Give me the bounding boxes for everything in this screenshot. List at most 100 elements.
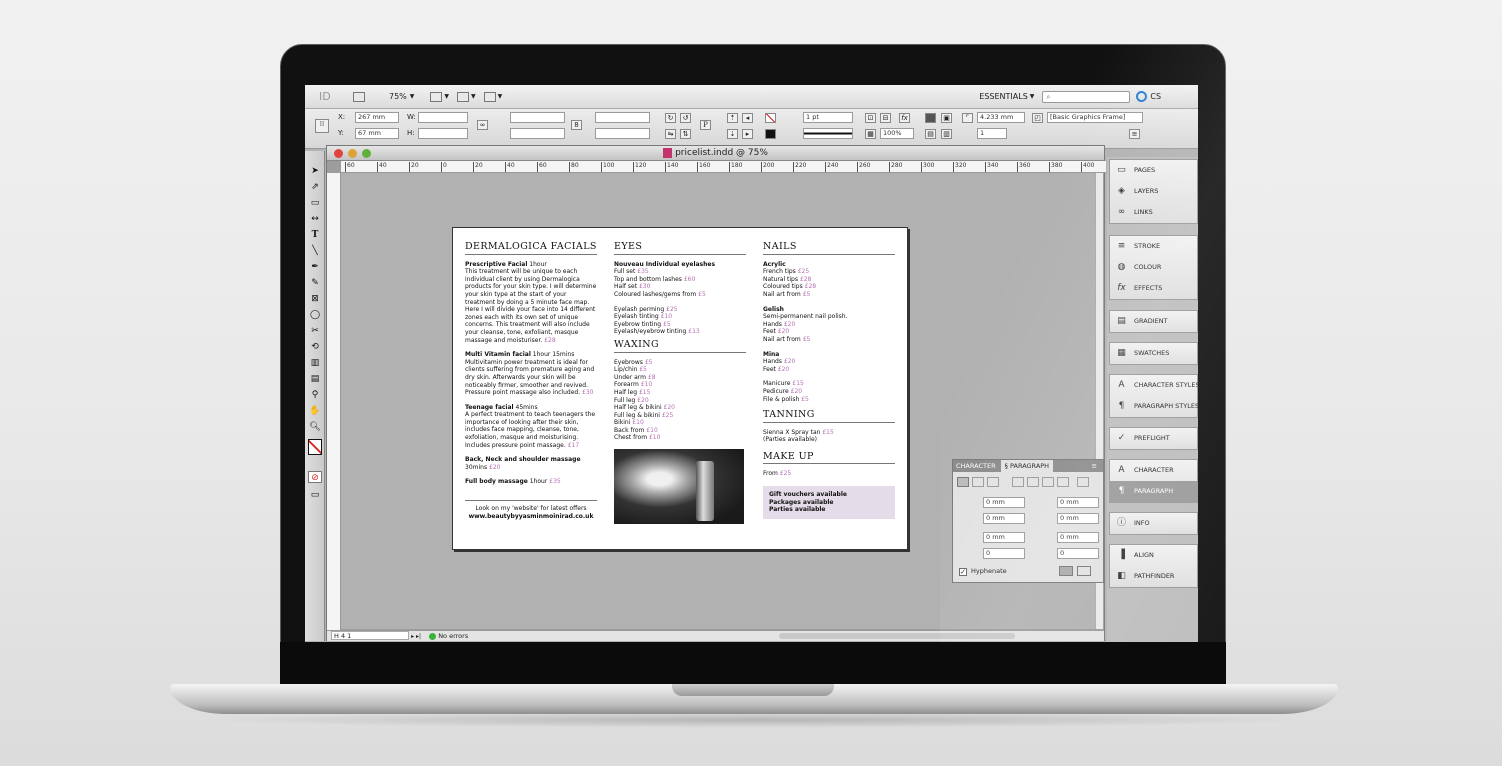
scissors-tool-icon[interactable]: ✂ [308, 325, 322, 337]
bridge-icon[interactable] [353, 91, 365, 102]
ellipse-tool-icon[interactable]: ◯ [308, 309, 322, 321]
scale-y-field[interactable] [510, 128, 565, 139]
constrain-scale-icon[interactable]: 8 [571, 120, 582, 130]
search-input[interactable]: ⌕ [1042, 90, 1131, 103]
select-container-icon[interactable]: ⇡ [727, 113, 738, 123]
rotate-cw-icon[interactable]: ↻ [665, 113, 676, 123]
fit-frame-icon[interactable]: ⊟ [880, 113, 891, 123]
shear-field[interactable] [595, 128, 650, 139]
screen-mode-tool-icon[interactable]: ▭ [308, 489, 322, 501]
workspace-dropdown-icon[interactable]: ▼ [1030, 93, 1035, 100]
rotate-field[interactable] [595, 112, 650, 123]
note-tool-icon[interactable]: ▤ [308, 373, 322, 385]
align-to-grid-icon[interactable] [1077, 566, 1091, 576]
panel-align[interactable]: ▐ ALIGN [1110, 545, 1197, 566]
zoom-dropdown-icon[interactable]: ▼ [410, 93, 415, 100]
panel-colour[interactable]: ◍ COLOUR [1110, 257, 1197, 278]
scale-x-field[interactable] [510, 112, 565, 123]
hand-tool-icon[interactable]: ✋ [308, 405, 322, 417]
cs-live-icon[interactable] [1136, 91, 1148, 102]
text-wrap-icon[interactable] [925, 113, 936, 123]
align-icon[interactable]: ▤ [925, 129, 936, 139]
opacity-field[interactable]: 100% [880, 128, 914, 139]
panel-swatches[interactable]: ▦ SWATCHES [1110, 343, 1197, 364]
workspace-switcher[interactable]: ESSENTIALS [979, 92, 1028, 101]
measure-field[interactable]: 4.233 mm [977, 112, 1025, 123]
y-field[interactable]: 67 mm [355, 128, 399, 139]
stroke-weight-field[interactable]: 1 pt [803, 112, 853, 123]
type-tool-icon[interactable]: T [308, 229, 322, 241]
select-previous-icon[interactable]: ◂ [742, 113, 753, 123]
justify-all-icon[interactable] [1057, 477, 1069, 487]
select-content-icon[interactable]: ⇣ [727, 129, 738, 139]
panel-stroke[interactable]: ≡ STROKE [1110, 236, 1197, 257]
vertical-ruler[interactable] [327, 173, 341, 631]
justify-left-icon[interactable] [1012, 477, 1024, 487]
align-left-icon[interactable] [957, 477, 969, 487]
panel-character[interactable]: A CHARACTER [1110, 460, 1197, 481]
panel-character-styles[interactable]: A CHARACTER STYLES [1110, 375, 1198, 396]
panel-layers[interactable]: ◈ LAYERS [1110, 181, 1197, 202]
zoom-window-icon[interactable] [362, 149, 371, 158]
direct-selection-tool-icon[interactable]: ⇗ [308, 181, 322, 193]
page-tool-icon[interactable]: ▭ [308, 197, 322, 209]
opacity-icon[interactable]: ▦ [865, 129, 876, 139]
panel-paragraph[interactable]: ¶ PARAGRAPH [1110, 481, 1197, 502]
pen-tool-icon[interactable]: ✒ [308, 261, 322, 273]
panel-pages[interactable]: ▭ PAGES [1110, 160, 1197, 181]
arrange-dropdown-icon[interactable]: ▼ [498, 93, 503, 100]
fill-stroke-swatch-icon[interactable] [308, 439, 322, 455]
panel-effects[interactable]: fx EFFECTS [1110, 278, 1197, 299]
screen-mode-dropdown-icon[interactable]: ▼ [471, 93, 476, 100]
object-style-field[interactable]: [Basic Graphics Frame] [1047, 112, 1143, 123]
eyedropper-tool-icon[interactable]: ⚲ [308, 389, 322, 401]
align-spine-icon[interactable] [1077, 477, 1089, 487]
rotate-ccw-icon[interactable]: ↺ [680, 113, 691, 123]
justify-right-icon[interactable] [1042, 477, 1054, 487]
close-window-icon[interactable] [334, 149, 343, 158]
panel-gradient[interactable]: ▤ GRADIENT [1110, 311, 1197, 332]
corner-icon[interactable]: ⌜ [962, 113, 973, 123]
view-options-icon[interactable] [430, 91, 443, 102]
x-field[interactable]: 267 mm [355, 112, 399, 123]
panel-options-icon[interactable]: ≡ [1129, 129, 1140, 139]
w-field[interactable] [418, 112, 468, 123]
justify-center-icon[interactable] [1027, 477, 1039, 487]
distribute-icon[interactable]: ▥ [941, 129, 952, 139]
constrain-proportions-icon[interactable]: ∞ [477, 120, 488, 130]
reference-point-icon[interactable]: ⁞⁞ [315, 119, 329, 133]
effects-fx-icon[interactable]: fx [899, 113, 910, 123]
panel-paragraph-styles[interactable]: ¶ PARAGRAPH STYLES [1110, 396, 1198, 417]
align-center-icon[interactable] [972, 477, 984, 487]
right-indent-field[interactable]: 0 mm [1057, 497, 1099, 508]
panel-preflight[interactable]: ✓ PREFLIGHT [1110, 428, 1197, 449]
drop-cap-lines-field[interactable]: 0 [983, 548, 1025, 559]
text-wrap-around-icon[interactable]: ▣ [941, 113, 952, 123]
zoom-tool-icon[interactable]: 🔍︎ [308, 421, 322, 433]
tab-paragraph[interactable]: § PARAGRAPH [1000, 460, 1054, 472]
minimize-window-icon[interactable] [348, 149, 357, 158]
tab-character[interactable]: CHARACTER [956, 462, 996, 470]
left-indent-field[interactable]: 0 mm [983, 497, 1025, 508]
gradient-tool-icon[interactable]: ▥ [308, 357, 322, 369]
zoom-level[interactable]: 75% [389, 92, 407, 101]
baseline-grid-icon[interactable] [1059, 566, 1073, 576]
gap-tool-icon[interactable]: ↔ [308, 213, 322, 225]
drop-cap-chars-field[interactable]: 0 [1057, 548, 1099, 559]
rectangle-frame-tool-icon[interactable]: ⊠ [308, 293, 322, 305]
arrange-documents-icon[interactable] [483, 91, 496, 102]
flip-horizontal-icon[interactable]: ⇋ [665, 129, 676, 139]
preflight-status[interactable]: No errors [438, 632, 468, 640]
align-right-icon[interactable] [987, 477, 999, 487]
page-nav-icon[interactable]: ▸ ▸| [411, 633, 421, 640]
flip-vertical-icon[interactable]: ⇅ [680, 129, 691, 139]
first-line-indent-field[interactable]: 0 mm [983, 513, 1025, 524]
panel-links[interactable]: ∞ LINKS [1110, 202, 1197, 223]
space-before-field[interactable]: 0 mm [983, 532, 1025, 543]
panel-info[interactable]: ⓘ INFO [1110, 513, 1197, 534]
select-next-icon[interactable]: ▸ [742, 129, 753, 139]
pencil-tool-icon[interactable]: ✎ [308, 277, 322, 289]
free-transform-tool-icon[interactable]: ⟲ [308, 341, 322, 353]
p-icon[interactable]: P [700, 120, 711, 130]
angle-field[interactable]: 1 [977, 128, 1007, 139]
